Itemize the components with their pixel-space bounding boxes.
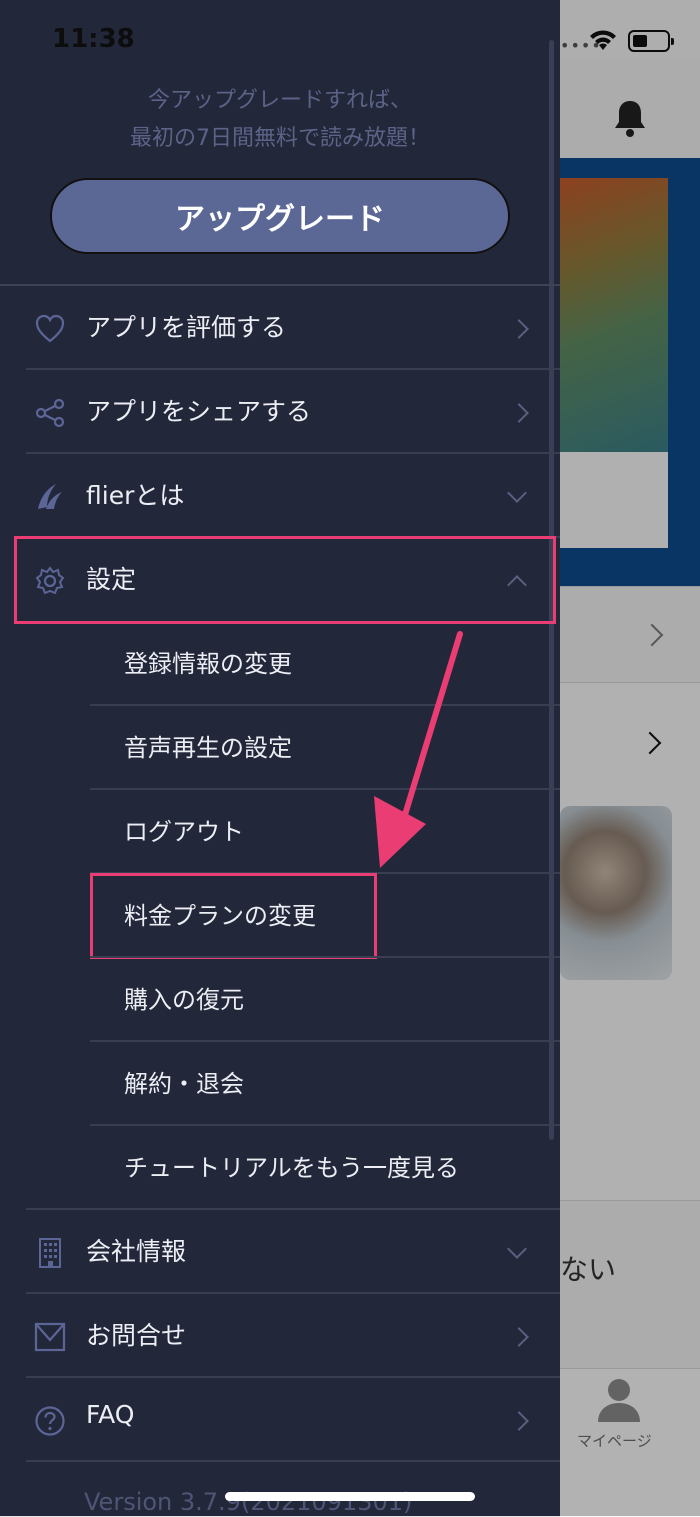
menu-item-contact[interactable]: お問合せ [0, 1294, 560, 1378]
chevron-right-icon [509, 319, 529, 339]
change-plan-highlight-box [90, 873, 377, 959]
chevron-down-icon [507, 1239, 527, 1259]
side-drawer: 11:38 今アップグレードすれば、 最初の7日間無料で読み放題！ アップグレー… [0, 0, 560, 1516]
divider [26, 1460, 560, 1462]
settings-item-label: 購入の復元 [124, 986, 244, 1014]
menu-item-label: 会社情報 [86, 1237, 187, 1266]
home-indicator[interactable] [225, 1492, 475, 1501]
settings-item-tutorial[interactable]: チュートリアルをもう一度見る [0, 1126, 560, 1210]
chevron-right-icon [509, 403, 529, 423]
menu-item-label: お問合せ [86, 1321, 187, 1350]
promo-line-2: 最初の7日間無料で読み放題！ [130, 126, 430, 151]
settings-item-account-info[interactable]: 登録情報の変更 [0, 622, 560, 706]
question-circle-icon [35, 1406, 65, 1436]
annotation-arrow-icon [374, 631, 463, 868]
settings-item-audio[interactable]: 音声再生の設定 [0, 706, 560, 790]
mail-icon [34, 1322, 66, 1352]
menu-item-share-app[interactable]: アプリをシェアする [0, 370, 560, 454]
settings-item-label: ログアウト [124, 818, 244, 846]
menu-item-faq[interactable]: FAQ [0, 1378, 560, 1462]
heart-icon [35, 314, 65, 343]
menu-item-label: アプリをシェアする [86, 397, 312, 426]
promo-line-1: 今アップグレードすれば、 [147, 88, 412, 113]
settings-item-label: 登録情報の変更 [124, 650, 292, 678]
chevron-right-icon [509, 1327, 529, 1347]
settings-item-logout[interactable]: ログアウト [0, 790, 560, 874]
upgrade-button[interactable]: アップグレード [50, 178, 510, 254]
menu-item-about-flier[interactable]: flierとは [0, 454, 560, 538]
menu-item-label: FAQ [86, 1400, 135, 1429]
share-icon [35, 398, 65, 428]
menu-item-label: アプリを評価する [86, 313, 287, 342]
menu-item-rate-app[interactable]: アプリを評価する [0, 286, 560, 370]
settings-item-restore-purchase[interactable]: 購入の復元 [0, 958, 560, 1042]
menu-item-company-info[interactable]: 会社情報 [0, 1210, 560, 1294]
building-icon [39, 1238, 61, 1268]
settings-highlight-box [14, 536, 556, 624]
flier-logo-icon [38, 484, 62, 509]
menu-item-label: flierとは [86, 481, 185, 510]
chevron-right-icon [509, 1411, 529, 1431]
settings-item-label: 解約・退会 [124, 1070, 244, 1098]
settings-item-label: チュートリアルをもう一度見る [124, 1154, 460, 1182]
settings-item-label: 音声再生の設定 [124, 734, 292, 762]
status-time: 11:38 [52, 24, 135, 54]
settings-item-cancel[interactable]: 解約・退会 [0, 1042, 560, 1126]
chevron-down-icon [507, 483, 527, 503]
